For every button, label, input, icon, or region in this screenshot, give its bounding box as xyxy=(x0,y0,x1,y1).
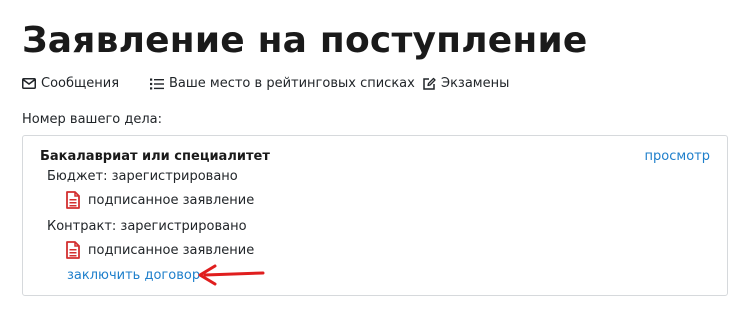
budget-signed-application[interactable]: подписанное заявление xyxy=(66,191,254,209)
application-card: Бакалавриат или специалитет просмотр Бюд… xyxy=(22,135,728,296)
view-link[interactable]: просмотр xyxy=(645,149,710,164)
nav-exams-label: Экзамены xyxy=(441,76,510,91)
pdf-file-icon xyxy=(66,241,80,259)
program-level-title: Бакалавриат или специалитет xyxy=(40,149,270,164)
nav-rating-lists[interactable]: Ваше место в рейтинговых списках xyxy=(150,76,415,91)
nav-rating-lists-label: Ваше место в рейтинговых списках xyxy=(169,76,415,91)
edit-icon xyxy=(423,77,436,90)
contract-signed-application[interactable]: подписанное заявление xyxy=(66,241,254,259)
list-icon xyxy=(150,78,164,89)
envelope-icon xyxy=(22,78,36,89)
annotation-arrow-icon xyxy=(198,264,265,286)
contract-document-label: подписанное заявление xyxy=(88,242,255,258)
nav-exams[interactable]: Экзамены xyxy=(422,76,509,91)
top-navigation: Сообщения Ваше место в рейтинговых списк… xyxy=(22,76,732,96)
contract-status: Контракт: зарегистрировано xyxy=(47,219,247,234)
pdf-file-icon xyxy=(66,191,80,209)
nav-messages-label: Сообщения xyxy=(41,76,120,91)
sign-contract-link[interactable]: заключить договор xyxy=(67,268,200,283)
page-title: Заявление на поступление xyxy=(22,20,588,61)
nav-messages[interactable]: Сообщения xyxy=(22,76,119,91)
case-number-label: Номер вашего дела: xyxy=(22,112,162,127)
budget-status: Бюджет: зарегистрировано xyxy=(47,169,238,184)
budget-document-label: подписанное заявление xyxy=(88,192,255,208)
